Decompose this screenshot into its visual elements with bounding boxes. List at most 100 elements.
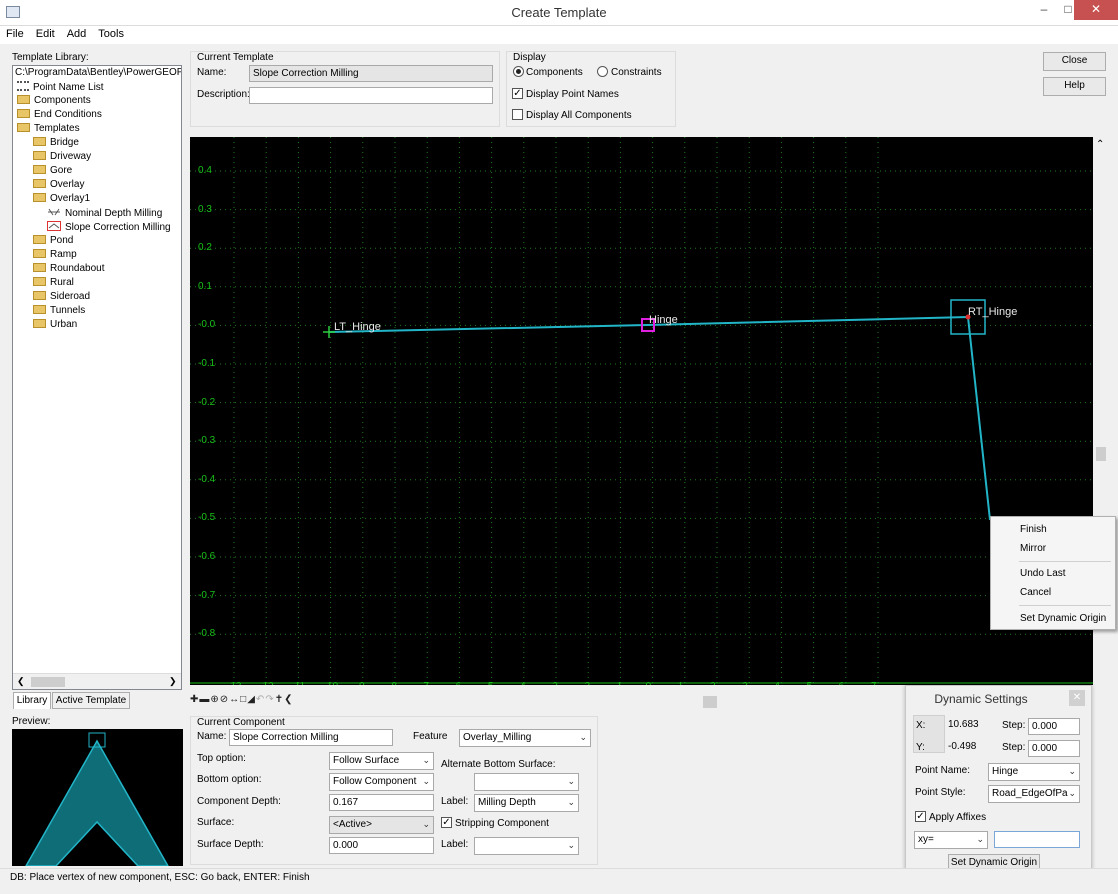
folder-icon xyxy=(33,165,46,174)
y-label: Y: xyxy=(916,742,925,753)
title-bar: Create Template – □ ✕ xyxy=(0,0,1118,26)
component-drawing xyxy=(323,299,991,521)
step-y-field[interactable]: 0.000 xyxy=(1028,740,1080,757)
zoom-out-icon[interactable]: ▬ xyxy=(199,694,210,705)
template-canvas[interactable]: 0.4 0.3 0.2 0.1 -0.0 -0.1 -0.2 -0.3 -0.4 -0.5 -0.6… xyxy=(190,137,1093,685)
current-template-label: Current Template xyxy=(197,52,274,63)
tree-item-end-conditions[interactable]: End Conditions xyxy=(17,109,102,123)
components-radio[interactable] xyxy=(513,66,524,77)
scrollbar-thumb[interactable] xyxy=(1096,447,1106,461)
origin-icon[interactable]: ✝ xyxy=(275,694,284,705)
zoom-window-icon[interactable]: ⊘ xyxy=(220,694,229,705)
menu-item-set-dynamic-origin[interactable]: Set Dynamic Origin xyxy=(1020,613,1106,624)
apply-affixes-label: Apply Affixes xyxy=(929,812,987,823)
context-menu: Finish Mirror Undo Last Cancel Set Dynam… xyxy=(990,516,1116,630)
scroll-up-icon[interactable]: ⌃ xyxy=(1096,139,1104,150)
point-style-select[interactable]: Road_EdgeOfPa ⌄ xyxy=(988,785,1080,803)
folder-open-icon xyxy=(33,193,46,202)
display-point-names-label: Display Point Names xyxy=(526,89,619,100)
component-name-field[interactable]: Slope Correction Milling xyxy=(229,729,393,746)
feature-select[interactable]: Overlay_Milling ⌄ xyxy=(459,729,591,747)
tree-item-overlay[interactable]: Overlay xyxy=(33,179,84,193)
template-icon xyxy=(48,208,60,216)
top-option-select[interactable]: Follow Surface ⌄ xyxy=(329,752,434,770)
surface-select[interactable]: <Active> ⌄ xyxy=(329,816,434,834)
template-tree[interactable]: C:\ProgramData\Bentley\PowerGEOPA Point … xyxy=(12,65,182,690)
display-all-components-checkbox[interactable] xyxy=(512,109,523,120)
tree-item-sideroad[interactable]: Sideroad xyxy=(33,291,90,305)
surface-label: Surface: xyxy=(197,817,235,828)
scroll-left-icon[interactable]: ❮ xyxy=(17,676,25,687)
apply-affixes-checkbox[interactable]: ✓ xyxy=(915,811,926,822)
bottom-option-select[interactable]: Follow Component ⌄ xyxy=(329,773,434,791)
zoom-in-icon[interactable]: ✚ xyxy=(190,694,199,705)
collapse-icon[interactable]: ❮ xyxy=(284,694,293,705)
step-x-field[interactable]: 0.000 xyxy=(1028,718,1080,735)
tree-item-components[interactable]: Components xyxy=(17,95,91,109)
tree-item-driveway[interactable]: Driveway xyxy=(33,151,91,165)
folder-icon xyxy=(33,235,46,244)
tree-item-ramp[interactable]: Ramp xyxy=(33,249,77,263)
menu-edit[interactable]: Edit xyxy=(30,26,61,40)
dynamic-close-icon[interactable]: ✕ xyxy=(1069,690,1085,706)
dynamic-settings-title: Dynamic Settings xyxy=(934,692,1028,706)
tree-item-overlay1[interactable]: Overlay1 xyxy=(33,193,90,207)
tree-item-rural[interactable]: Rural xyxy=(33,277,74,291)
y-value: -0.498 xyxy=(948,741,977,752)
tree-item-bridge[interactable]: Bridge xyxy=(33,137,79,151)
tree-item-templates[interactable]: Templates xyxy=(17,123,80,137)
entry-field[interactable] xyxy=(994,831,1080,848)
depth-label-label: Label: xyxy=(441,796,469,807)
surface-depth-field[interactable]: 0.000 xyxy=(329,837,434,854)
status-bar: DB: Place vertex of new component, ESC: … xyxy=(0,868,1118,888)
display-point-names-checkbox[interactable]: ✓ xyxy=(512,88,523,99)
tab-active-template[interactable]: Active Template xyxy=(52,692,130,709)
tree-item-slope-correction-milling[interactable]: Slope Correction Milling xyxy=(47,221,171,235)
constraints-radio[interactable] xyxy=(597,66,608,77)
pan-icon[interactable]: ↔ xyxy=(229,694,240,705)
menu-file[interactable]: File xyxy=(0,26,30,40)
surface-depth-label-select[interactable]: ⌄ xyxy=(474,837,579,855)
alt-bottom-surface-select[interactable]: ⌄ xyxy=(474,773,579,791)
tree-item-pond[interactable]: Pond xyxy=(33,235,73,249)
zoom-extents-icon[interactable]: ⊕ xyxy=(210,694,219,705)
close-button[interactable]: Close xyxy=(1043,52,1106,71)
tree-item-gore[interactable]: Gore xyxy=(33,165,72,179)
view-icon[interactable]: ◢ xyxy=(247,694,256,705)
description-field[interactable] xyxy=(249,87,493,104)
close-window-icon[interactable]: ✕ xyxy=(1074,0,1118,20)
help-button[interactable]: Help xyxy=(1043,77,1106,96)
menu-item-mirror[interactable]: Mirror xyxy=(1020,543,1046,554)
menu-add[interactable]: Add xyxy=(61,26,93,40)
stripping-component-label: Stripping Component xyxy=(455,818,549,829)
component-depth-label: Component Depth: xyxy=(197,796,281,807)
depth-label-select[interactable]: Milling Depth ⌄ xyxy=(474,794,579,812)
menu-item-cancel[interactable]: Cancel xyxy=(1020,587,1051,598)
menu-item-finish[interactable]: Finish xyxy=(1020,524,1047,535)
entry-mode-select[interactable]: xy= ⌄ xyxy=(914,831,988,849)
menu-item-undo-last[interactable]: Undo Last xyxy=(1020,568,1066,579)
undo-icon[interactable]: ↶ xyxy=(256,694,265,705)
redo-icon[interactable]: ↷ xyxy=(265,694,274,705)
point-name-select[interactable]: Hinge ⌄ xyxy=(988,763,1080,781)
tree-item-nominal-depth-milling[interactable]: Nominal Depth Milling xyxy=(47,207,162,221)
canvas-hscroll-thumb[interactable] xyxy=(703,696,717,708)
scroll-right-icon[interactable]: ❯ xyxy=(169,676,177,687)
tab-library[interactable]: Library xyxy=(13,692,51,709)
chevron-down-icon: ⌄ xyxy=(976,834,984,844)
tree-hscrollbar[interactable]: ❮ ❯ xyxy=(13,673,181,689)
tree-item-urban[interactable]: Urban xyxy=(33,319,77,333)
scrollbar-thumb[interactable] xyxy=(31,677,65,687)
tree-item-tunnels[interactable]: Tunnels xyxy=(33,305,85,319)
component-depth-field[interactable]: 0.167 xyxy=(329,794,434,811)
tree-item-roundabout[interactable]: Roundabout xyxy=(33,263,105,277)
template-name-field[interactable]: Slope Correction Milling xyxy=(249,65,493,82)
stripping-component-checkbox[interactable]: ✓ xyxy=(441,817,452,828)
tree-item-point-name-list[interactable]: Point Name List xyxy=(17,81,104,95)
top-option-label: Top option: xyxy=(197,753,246,764)
folder-icon xyxy=(17,95,30,104)
menu-tools[interactable]: Tools xyxy=(92,26,130,40)
components-radio-label: Components xyxy=(526,67,583,78)
step-x-label: Step: xyxy=(1002,720,1026,731)
surface-depth-label: Surface Depth: xyxy=(197,839,264,850)
